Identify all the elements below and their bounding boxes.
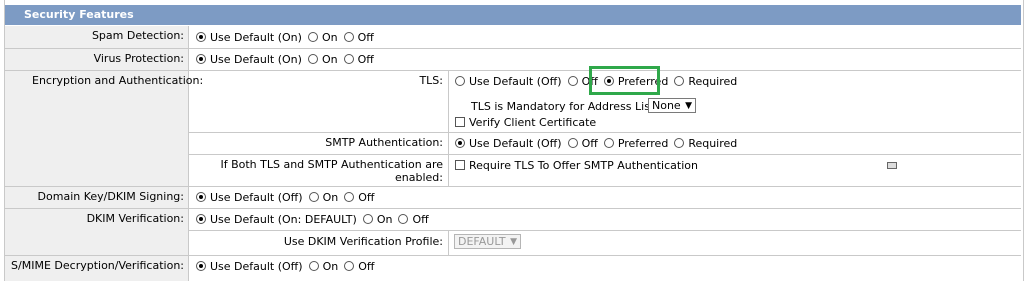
option-label: Use Default (Off) bbox=[469, 74, 562, 88]
preferred-highlight-box bbox=[589, 66, 660, 95]
label-cell: Spam Detection: bbox=[5, 26, 189, 48]
section-header: Security Features bbox=[5, 5, 1021, 25]
dkim-verification-label: DKIM Verification: bbox=[86, 212, 184, 225]
spam-default-radio[interactable] bbox=[196, 32, 206, 42]
virus-on-radio[interactable] bbox=[307, 54, 318, 64]
row-divider bbox=[5, 208, 1021, 209]
option-label: On bbox=[321, 30, 338, 44]
smtp-auth-options: Use Default (Off) Off Preferred Required bbox=[455, 135, 737, 151]
option-label: Use Default (On) bbox=[210, 52, 302, 66]
dkim-profile-label: Use DKIM Verification Profile: bbox=[283, 235, 443, 248]
smime-default-radio[interactable] bbox=[196, 261, 206, 271]
tls-mandatory-label: TLS is Mandatory for Address List: bbox=[471, 99, 658, 113]
both-label-line2: enabled: bbox=[395, 171, 443, 184]
smtp-preferred-radio[interactable] bbox=[603, 138, 614, 148]
row-divider bbox=[5, 186, 1021, 187]
row-divider bbox=[5, 70, 1021, 71]
row-divider bbox=[189, 154, 1021, 155]
spam-label: Spam Detection: bbox=[91, 29, 184, 42]
option-label: Off bbox=[358, 259, 375, 273]
option-label: Use Default (On: DEFAULT) bbox=[210, 212, 357, 226]
select-value: DEFAULT bbox=[458, 235, 506, 248]
option-label: Off bbox=[581, 136, 598, 150]
option-label: Use Default (Off) bbox=[210, 190, 303, 204]
dkim-signing-label: Domain Key/DKIM Signing: bbox=[37, 190, 184, 203]
both-label-line1: If Both TLS and SMTP Authentication are bbox=[220, 158, 443, 171]
option-label: Preferred bbox=[617, 136, 669, 150]
chevron-down-icon: ▼ bbox=[510, 237, 517, 247]
spam-on-radio[interactable] bbox=[307, 32, 318, 42]
option-label: On bbox=[322, 259, 339, 273]
row-divider bbox=[5, 255, 1021, 256]
label-cell: Virus Protection: bbox=[5, 49, 189, 70]
smime-on-radio[interactable] bbox=[308, 261, 319, 271]
verify-cert-checkbox[interactable] bbox=[455, 117, 465, 127]
virus-options: Use Default (On) On Off bbox=[196, 51, 374, 67]
option-label: On bbox=[321, 52, 338, 66]
option-label: Off bbox=[357, 52, 374, 66]
smtp-default-radio[interactable] bbox=[455, 138, 465, 148]
column-divider bbox=[448, 71, 449, 186]
label-cell: DKIM Verification: bbox=[5, 209, 189, 255]
smtp-required-radio[interactable] bbox=[674, 138, 685, 148]
dkim-sign-default-radio[interactable] bbox=[196, 192, 206, 202]
dkim-sign-off-radio[interactable] bbox=[344, 192, 355, 202]
row-divider bbox=[189, 230, 1021, 231]
smime-options: Use Default (Off) On Off bbox=[196, 258, 374, 274]
row-divider bbox=[5, 48, 1021, 49]
smime-label: S/MIME Decryption/Verification: bbox=[11, 259, 184, 272]
spam-options: Use Default (On) On Off bbox=[196, 29, 374, 45]
option-label: Required bbox=[688, 74, 738, 88]
tls-label: TLS: bbox=[419, 74, 443, 87]
verify-cert-row: Verify Client Certificate bbox=[455, 114, 596, 130]
option-label: Use Default (On) bbox=[210, 30, 302, 44]
virus-off-radio[interactable] bbox=[343, 54, 354, 64]
option-label: Use Default (Off) bbox=[210, 259, 303, 273]
dkim-verify-default-radio[interactable] bbox=[196, 214, 206, 224]
require-tls-checkbox[interactable] bbox=[455, 160, 465, 170]
smime-off-radio[interactable] bbox=[344, 261, 355, 271]
tls-mandatory-select[interactable]: None ▼ bbox=[648, 98, 696, 113]
column-divider bbox=[448, 231, 449, 255]
virus-default-radio[interactable] bbox=[196, 54, 206, 64]
dkim-profile-select[interactable]: DEFAULT ▼ bbox=[454, 234, 521, 249]
select-value: None bbox=[652, 99, 681, 112]
row-divider bbox=[189, 132, 1021, 133]
option-label: Use Default (Off) bbox=[469, 136, 562, 150]
table-icon bbox=[887, 162, 897, 169]
option-label: On bbox=[322, 190, 339, 204]
chevron-down-icon: ▼ bbox=[685, 101, 692, 111]
smtp-auth-label: SMTP Authentication: bbox=[325, 136, 443, 149]
label-cell: Encryption and Authentication: bbox=[5, 71, 203, 186]
require-tls-label: Require TLS To Offer SMTP Authentication bbox=[469, 158, 698, 172]
encryption-label: Encryption and Authentication: bbox=[32, 74, 204, 87]
option-label: Off bbox=[358, 190, 375, 204]
dkim-verify-options: Use Default (On: DEFAULT) On Off bbox=[196, 211, 429, 227]
label-cell: Domain Key/DKIM Signing: bbox=[5, 187, 189, 208]
option-label: Off bbox=[412, 212, 429, 226]
virus-label: Virus Protection: bbox=[93, 52, 184, 65]
option-label: Off bbox=[357, 30, 374, 44]
dkim-verify-off-radio[interactable] bbox=[398, 214, 409, 224]
require-tls-row: Require TLS To Offer SMTP Authentication bbox=[455, 157, 698, 173]
verify-cert-label: Verify Client Certificate bbox=[469, 115, 597, 129]
label-cell: S/MIME Decryption/Verification: bbox=[5, 256, 189, 281]
dkim-sign-on-radio[interactable] bbox=[308, 192, 319, 202]
tls-off-radio[interactable] bbox=[567, 76, 578, 86]
tls-required-radio[interactable] bbox=[674, 76, 685, 86]
dkim-verify-on-radio[interactable] bbox=[362, 214, 373, 224]
tls-mandatory-row: TLS is Mandatory for Address List: bbox=[471, 98, 658, 114]
option-label: On bbox=[376, 212, 393, 226]
spam-off-radio[interactable] bbox=[343, 32, 354, 42]
option-label: Required bbox=[688, 136, 738, 150]
tls-default-radio[interactable] bbox=[455, 76, 465, 86]
dkim-signing-options: Use Default (Off) On Off bbox=[196, 189, 374, 205]
smtp-off-radio[interactable] bbox=[567, 138, 578, 148]
